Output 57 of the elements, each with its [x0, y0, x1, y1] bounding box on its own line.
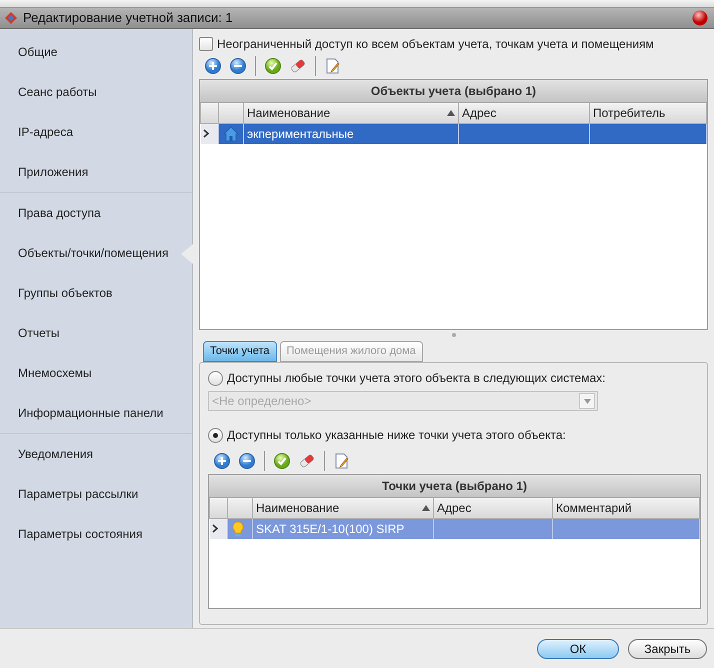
plus-icon [214, 453, 230, 469]
minus-icon [230, 58, 246, 74]
sidebar-item[interactable]: Права доступа [0, 193, 192, 233]
radio-label: Доступны любые точки учета этого объекта в следующих системах: [227, 370, 606, 387]
check-icon [274, 453, 290, 469]
table-cell: SKAT 315E/1-10(100) SIRP [252, 518, 434, 539]
edit-icon [334, 453, 350, 469]
close-button[interactable] [690, 8, 710, 28]
add-button[interactable] [212, 451, 232, 471]
light-bulb-icon [232, 520, 244, 537]
remove-button[interactable] [237, 451, 257, 471]
checkbox-label: Неограниченный доступ ко всем объектам учета, точкам учета и помещениям [217, 36, 654, 53]
grid-title: Объекты учета (выбрано 1) [200, 80, 707, 103]
ok-button[interactable]: ОК [537, 638, 619, 658]
sidebar-item[interactable]: Общие [0, 32, 192, 72]
sidebar-item[interactable]: Уведомления [0, 434, 192, 474]
radio-button[interactable] [208, 370, 223, 386]
table-row[interactable]: экпериментальные [200, 123, 706, 144]
column-header[interactable]: Комментарий [552, 498, 700, 518]
table-cell: экпериментальные [244, 123, 458, 144]
column-header[interactable]: Потребитель [590, 103, 706, 123]
app-logo-icon [4, 11, 18, 25]
radio-button[interactable] [208, 428, 223, 442]
select-button[interactable] [272, 451, 292, 471]
tab[interactable]: Точки учета [203, 341, 276, 362]
column-header[interactable]: Адрес [434, 498, 552, 518]
sidebar-item[interactable]: Параметры состояния [0, 514, 192, 554]
close-dialog-button[interactable]: Закрыть [628, 638, 707, 658]
window-title: Редактирование учетной записи: 1 [23, 9, 234, 28]
sidebar-item[interactable]: Группы объектов [0, 273, 192, 313]
splitter-handle-icon[interactable] [452, 333, 456, 337]
house-icon [223, 126, 239, 142]
grid-title: Точки учета (выбрано 1) [209, 475, 700, 498]
remove-button[interactable] [228, 56, 248, 76]
sidebar-item[interactable]: Мнемосхемы [0, 353, 192, 393]
sidebar-item[interactable]: Приложения [0, 152, 192, 192]
check-icon [265, 58, 281, 74]
checkbox[interactable] [199, 37, 213, 51]
chevron-icon [212, 524, 218, 534]
plus-icon [205, 58, 221, 74]
sidebar-item[interactable]: Отчеты [0, 313, 192, 353]
add-button[interactable] [203, 56, 223, 76]
column-header[interactable]: Наименование [244, 103, 458, 123]
dropdown-arrow-icon [584, 398, 590, 404]
sidebar-item[interactable]: IP-адреса [0, 112, 192, 152]
column-header[interactable]: Адрес [458, 103, 590, 123]
sidebar-item[interactable]: Сеанс работы [0, 72, 192, 112]
close-icon [692, 10, 708, 26]
sidebar-item[interactable]: Информационные панели [0, 393, 192, 433]
sidebar-item[interactable]: Объекты/точки/помещения [0, 233, 192, 273]
select-button[interactable] [263, 56, 283, 76]
edit-icon [325, 58, 341, 74]
chevron-icon [202, 129, 210, 138]
column-header[interactable]: Наименование [252, 498, 434, 518]
sidebar-item[interactable]: Параметры рассылки [0, 474, 192, 514]
minus-icon [239, 453, 255, 469]
radio-label: Доступны только указанные ниже точки учета этого объекта: [227, 427, 566, 444]
